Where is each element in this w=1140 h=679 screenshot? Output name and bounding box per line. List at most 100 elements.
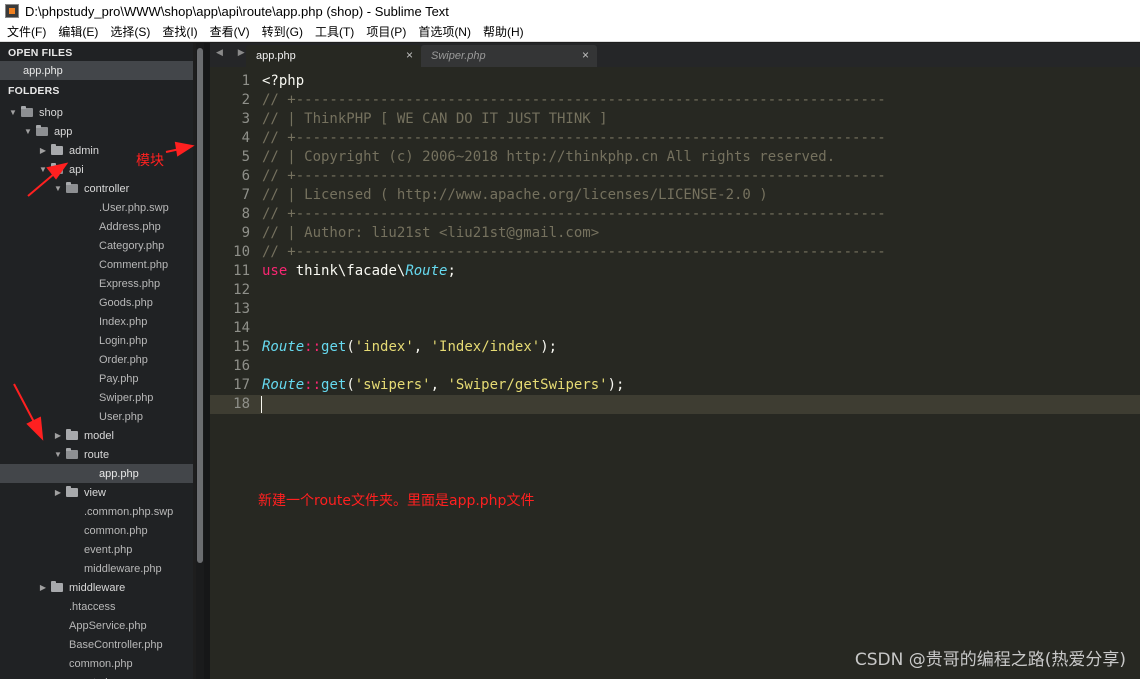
line-number: 3 [241,111,250,127]
file-item[interactable]: app.php [0,464,193,483]
close-icon[interactable]: × [406,48,413,62]
sublime-app-icon [5,4,19,18]
tree-item-label: Express.php [99,277,161,290]
file-item[interactable]: .common.php.swp [0,502,193,521]
file-item[interactable]: event.php [0,540,193,559]
folder-item[interactable]: ▶ middleware [0,578,193,597]
line-number: 6 [241,168,250,184]
disclosure-closed-icon[interactable]: ▶ [38,146,48,155]
menu-file[interactable]: 文件(F) [2,23,51,40]
folder-icon [51,144,63,155]
folder-item[interactable]: ▶ view [0,483,193,502]
disclosure-closed-icon[interactable]: ▶ [38,583,48,592]
line-number: 16 [233,358,250,374]
code-token: 'swipers' [354,377,431,393]
folder-item[interactable]: ▼ shop [0,103,193,122]
menu-tools[interactable]: 工具(T) [310,23,359,40]
csdn-watermark: CSDN @贵哥的编程之路(热爱分享) [854,650,1126,670]
folder-item[interactable]: ▼ app [0,122,193,141]
file-item[interactable]: Login.php [0,331,193,350]
code-line[interactable]: // | Copyright (c) 2006~2018 http://thin… [262,148,835,167]
file-item[interactable]: Express.php [0,274,193,293]
folder-item[interactable]: ▼ controller [0,179,193,198]
tree-item-label: route [84,448,110,461]
code-line[interactable]: <?php [262,72,304,91]
file-item[interactable]: Index.php [0,312,193,331]
tree-item-label: common.php [84,524,148,537]
code-line[interactable]: // +------------------------------------… [262,91,886,110]
code-token: Route [405,263,448,279]
file-item[interactable]: .User.php.swp [0,198,193,217]
folder-item[interactable]: ▶ model [0,426,193,445]
file-item[interactable]: Order.php [0,350,193,369]
close-icon[interactable]: × [582,48,589,62]
tree-item-label: view [84,486,107,499]
line-number: 13 [233,301,250,317]
folder-item[interactable]: ▼ api [0,160,193,179]
line-number: 10 [233,244,250,260]
code-token: use [262,263,288,279]
code-token: // | ThinkPHP [ WE CAN DO IT JUST THINK … [262,111,608,127]
code-line[interactable]: // | ThinkPHP [ WE CAN DO IT JUST THINK … [262,110,608,129]
code-line[interactable]: Route::get('index', 'Index/index'); [262,338,557,357]
code-token: // | Licensed ( http://www.apache.org/li… [262,187,768,203]
menu-edit[interactable]: 编辑(E) [53,23,103,40]
code-line[interactable]: // +------------------------------------… [262,243,886,262]
tab-swiper-php[interactable]: Swiper.php × [421,45,597,67]
folder-icon [66,429,78,440]
code-token: 'index' [354,339,414,355]
folder-item[interactable]: ▼ route [0,445,193,464]
disclosure-closed-icon[interactable]: ▶ [53,431,63,440]
code-token: , [430,377,448,393]
menu-view[interactable]: 查看(V) [205,23,255,40]
code-line[interactable]: // | Author: liu21st <liu21st@gmail.com> [262,224,599,243]
tab-app-php[interactable]: app.php × [246,45,421,67]
code-line[interactable]: // | Licensed ( http://www.apache.org/li… [262,186,768,205]
file-item[interactable]: BaseController.php [0,635,193,654]
file-item[interactable]: Address.php [0,217,193,236]
disclosure-open-icon[interactable]: ▼ [53,184,63,193]
file-item[interactable]: User.php [0,407,193,426]
menu-help[interactable]: 帮助(H) [478,23,529,40]
file-item[interactable]: event.php [0,673,193,679]
file-item[interactable]: .htaccess [0,597,193,616]
disclosure-open-icon[interactable]: ▼ [38,165,48,174]
tree-item-label: Pay.php [99,372,139,385]
code-token: 'Swiper/getSwipers' [447,377,608,393]
disclosure-open-icon[interactable]: ▼ [23,127,33,136]
tree-item-label: Login.php [99,334,148,347]
file-item[interactable]: common.php [0,521,193,540]
current-line-highlight [210,395,1140,414]
code-token: ( [346,339,355,355]
disclosure-open-icon[interactable]: ▼ [53,450,63,459]
open-files-header: OPEN FILES [8,47,73,59]
file-item[interactable]: Pay.php [0,369,193,388]
open-file-item[interactable]: app.php [0,61,193,80]
code-token: ); [607,377,625,393]
file-item[interactable]: common.php [0,654,193,673]
folder-icon [21,106,33,117]
tree-item-label: .htaccess [69,600,116,613]
menu-selection[interactable]: 选择(S) [105,23,155,40]
line-number: 7 [241,187,250,203]
folder-item[interactable]: ▶ admin [0,141,193,160]
file-item[interactable]: Goods.php [0,293,193,312]
disclosure-closed-icon[interactable]: ▶ [53,488,63,497]
menu-preferences[interactable]: 首选项(N) [413,23,476,40]
menu-goto[interactable]: 转到(G) [257,23,308,40]
file-item[interactable]: Swiper.php [0,388,193,407]
file-item[interactable]: Comment.php [0,255,193,274]
file-item[interactable]: Category.php [0,236,193,255]
file-item[interactable]: middleware.php [0,559,193,578]
code-token: Route [262,339,305,355]
code-line[interactable]: use think\facade\Route; [262,262,456,281]
code-line[interactable]: Route::get('swipers', 'Swiper/getSwipers… [262,376,624,395]
file-item[interactable]: AppService.php [0,616,193,635]
code-line[interactable]: // +------------------------------------… [262,205,886,224]
code-line[interactable]: // +------------------------------------… [262,129,886,148]
menu-project[interactable]: 项目(P) [361,23,411,40]
sidebar-scrollbar-thumb[interactable] [197,48,203,563]
menu-find[interactable]: 查找(I) [157,23,202,40]
disclosure-open-icon[interactable]: ▼ [8,108,18,117]
code-line[interactable]: // +------------------------------------… [262,167,886,186]
